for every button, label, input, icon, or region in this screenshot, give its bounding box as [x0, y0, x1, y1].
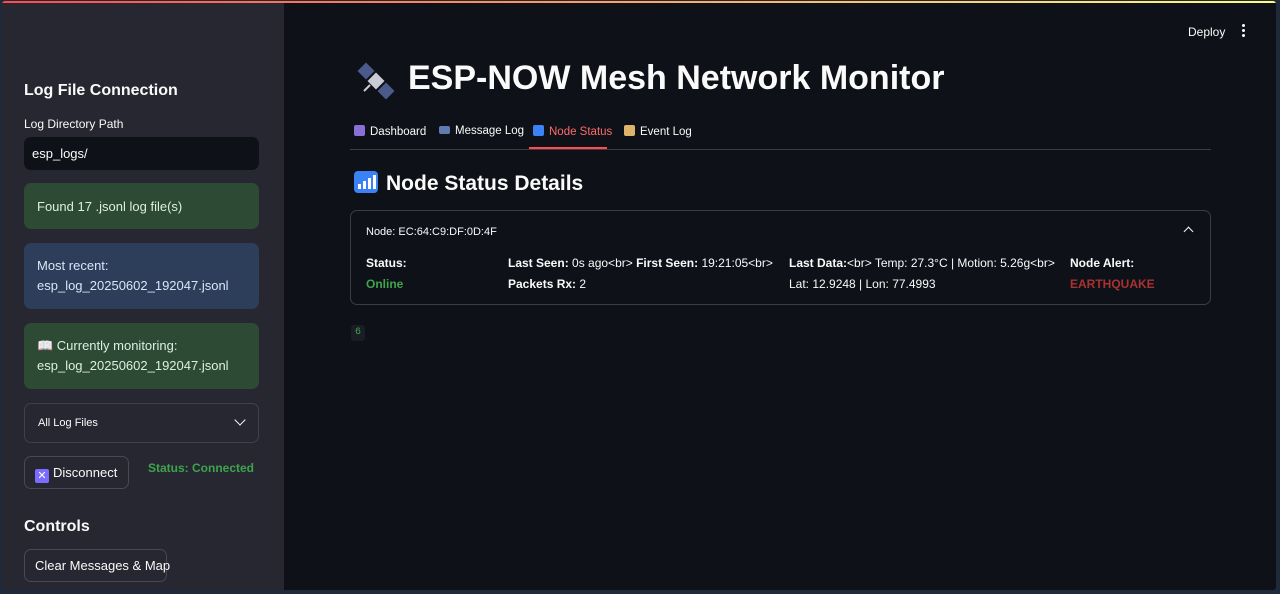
log-directory-label: Log Directory Path: [24, 117, 124, 131]
log-file-select-value: All Log Files: [38, 417, 98, 429]
clear-messages-map-button[interactable]: Clear Messages & Map: [24, 549, 170, 582]
tab-dashboard-label: Dashboard: [370, 126, 427, 138]
tab-message-log-label: Message Log: [455, 125, 525, 137]
disconnect-button[interactable]: ✕ Disconnect: [24, 456, 129, 489]
alert-value: EARTHQUAKE: [1070, 277, 1155, 291]
last-data-value: <br> Temp: 27.3°C | Motion: 5.26g<br>: [847, 256, 1055, 270]
sidebar: Log File Connection Log Directory Path e…: [2, 3, 284, 590]
node-expander[interactable]: Node: EC:64:C9:DF:0D:4F Status: Online L…: [350, 210, 1211, 305]
scroll-icon: [624, 125, 635, 136]
monitoring-label: 📖 Currently monitoring:: [37, 338, 178, 353]
monitoring-file: esp_log_20250602_192047.jsonl: [37, 358, 229, 373]
seen-column: Last Seen: 0s ago<br> First Seen: 19:21:…: [508, 253, 773, 295]
more-options-icon[interactable]: [1242, 24, 1246, 38]
log-directory-input[interactable]: esp_logs/: [24, 137, 259, 170]
close-icon: ✕: [35, 469, 49, 483]
last-seen-value: 0s ago<br>: [572, 256, 633, 270]
most-recent-label: Most recent:: [37, 258, 109, 273]
tab-bar: Dashboard Message Log Node Status Event …: [350, 119, 1211, 150]
most-recent-file: esp_log_20250602_192047.jsonl: [37, 278, 229, 293]
data-column: Last Data:<br> Temp: 27.3°C | Motion: 5.…: [789, 253, 1055, 295]
log-file-select[interactable]: All Log Files: [24, 403, 259, 443]
status-value: Online: [366, 277, 404, 291]
most-recent-alert: Most recent: esp_log_20250602_192047.jso…: [24, 243, 259, 309]
active-tab-underline: [529, 147, 607, 149]
first-seen-label: First Seen:: [636, 256, 699, 270]
deploy-button[interactable]: Deploy: [1188, 25, 1225, 39]
section-heading: Node Status Details: [354, 171, 583, 196]
chevron-up-icon[interactable]: [1183, 226, 1194, 237]
connection-status: Status: Connected: [148, 461, 255, 475]
packets-label: Packets Rx:: [508, 277, 577, 291]
envelope-icon: [439, 126, 450, 134]
node-header: Node: EC:64:C9:DF:0D:4F: [366, 226, 497, 238]
page-title: ESP-NOW Mesh Network Monitor: [408, 59, 945, 97]
monitoring-alert: 📖 Currently monitoring: esp_log_20250602…: [24, 323, 259, 389]
tab-event-log-label: Event Log: [640, 126, 692, 138]
signal-bars-icon: [354, 171, 378, 193]
packets-value: 2: [579, 277, 587, 291]
tab-node-status-label: Node Status: [549, 126, 613, 138]
status-label: Status:: [366, 256, 407, 270]
app-window: Log File Connection Log Directory Path e…: [2, 1, 1276, 590]
status-column: Status: Online: [366, 253, 407, 295]
disconnect-label: Disconnect: [53, 465, 118, 480]
sidebar-heading-controls: Controls: [24, 518, 90, 535]
sidebar-heading-connection: Log File Connection: [24, 82, 178, 99]
found-files-alert: Found 17 .jsonl log file(s): [24, 183, 259, 229]
alert-label: Node Alert:: [1070, 256, 1135, 270]
latlon-value: Lat: 12.9248 | Lon: 77.4993: [789, 277, 936, 291]
first-seen-value: 19:21:05<br>: [701, 256, 773, 270]
chart-icon: [354, 125, 365, 136]
section-title: Node Status Details: [386, 172, 584, 195]
satellite-icon: [357, 62, 395, 100]
tab-dashboard[interactable]: Dashboard: [354, 125, 426, 138]
signal-icon: [533, 125, 544, 136]
alert-column: Node Alert: EARTHQUAKE: [1070, 253, 1155, 295]
tab-event-log[interactable]: Event Log: [624, 125, 692, 138]
found-files-text: Found 17 .jsonl log file(s): [37, 199, 183, 214]
tab-message-log[interactable]: Message Log: [439, 125, 524, 137]
last-data-label: Last Data:: [789, 256, 848, 270]
last-seen-label: Last Seen:: [508, 256, 569, 270]
small-badge: 6: [351, 325, 365, 341]
chevron-down-icon: [234, 414, 246, 426]
tab-node-status[interactable]: Node Status: [533, 125, 612, 138]
